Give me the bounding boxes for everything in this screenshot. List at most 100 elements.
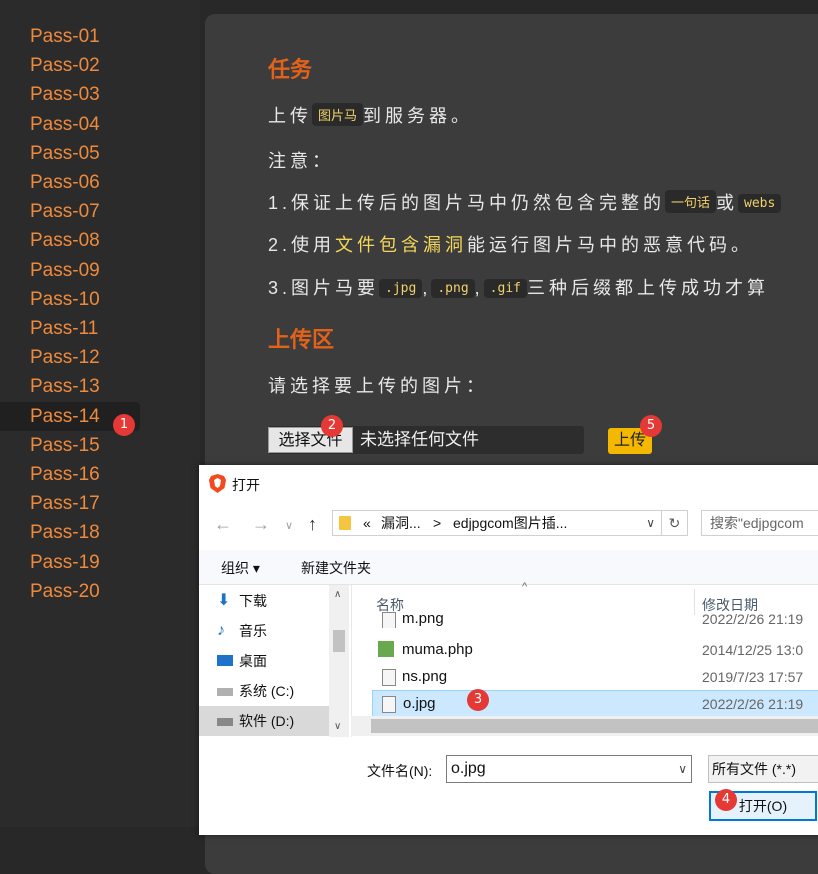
forward-arrow-icon[interactable]: →: [252, 514, 270, 535]
file-name: o.jpg: [403, 695, 436, 712]
chevron-down-icon[interactable]: ∨: [646, 511, 655, 535]
sidebar-item-pass-03[interactable]: Pass-03: [30, 80, 140, 109]
address-bar[interactable]: « 漏洞... > edjpgcom图片插... ∨: [332, 510, 662, 536]
file-date: 2022/2/26 21:19: [702, 696, 804, 712]
file-name: muma.php: [402, 641, 473, 658]
scroll-up-icon[interactable]: ∧: [334, 589, 341, 600]
history-chevron-icon[interactable]: ∨: [285, 519, 293, 532]
file-list: ^ 名称 修改日期 m.png 2022/2/26 21:19 muma.php…: [351, 581, 818, 737]
upload-prompt: 请选择要上传的图片：: [268, 376, 488, 396]
file-date: 2022/2/26 21:19: [702, 611, 804, 627]
file-name: ns.png: [402, 668, 448, 685]
sidebar-item-pass-17[interactable]: Pass-17: [30, 489, 140, 518]
sidebar-item-pass-08[interactable]: Pass-08: [30, 226, 140, 255]
brave-browser-icon: [209, 474, 226, 493]
sidebar-item-pass-10[interactable]: Pass-10: [30, 285, 140, 314]
scroll-down-icon[interactable]: ∨: [334, 721, 341, 732]
sidebar-item-pass-04[interactable]: Pass-04: [30, 110, 140, 139]
task-text: ,: [474, 278, 484, 298]
dialog-title: 打开: [232, 477, 260, 493]
drive-icon: [217, 718, 233, 726]
task-text: 能运行图片马中的恶意代码。: [467, 235, 754, 255]
download-icon: ⬇: [217, 592, 231, 609]
path-prefix: «: [363, 515, 371, 531]
nav-label: 桌面: [239, 653, 267, 669]
image-file-icon: [382, 669, 396, 686]
code-tag-tupianma: 图片马: [312, 103, 364, 126]
task-text: 到服务器。: [363, 106, 474, 126]
folder-icon: [339, 516, 351, 530]
desktop-icon: [217, 655, 233, 666]
filetype-select[interactable]: 所有文件 (*.*): [708, 755, 818, 783]
task-item-1: 1.保证上传后的图片马中仍然包含完整的 一句话或 webs: [268, 189, 782, 215]
step-badge-5: 5: [640, 415, 662, 437]
search-input[interactable]: 搜索"edjpgcom: [701, 510, 818, 536]
horizontal-scrollbar[interactable]: [351, 716, 818, 736]
code-tag-png: .png: [431, 279, 475, 298]
code-tag-yijuhua: 一句话: [665, 190, 717, 213]
breadcrumb-part-2[interactable]: edjpgcom图片插...: [453, 511, 567, 535]
nav-scrollbar[interactable]: ∧ ∨: [329, 585, 349, 737]
task-text: 1.保证上传后的图片马中仍然包含完整的: [268, 193, 666, 213]
organize-menu[interactable]: 组织 ▾: [221, 558, 260, 578]
task-text: 或: [716, 193, 739, 213]
sidebar-item-pass-20[interactable]: Pass-20: [30, 577, 140, 606]
file-row[interactable]: muma.php 2014/12/25 13:0: [352, 637, 818, 663]
sidebar-nav: Pass-01 Pass-02 Pass-03 Pass-04 Pass-05 Pass-…: [0, 0, 200, 827]
image-file-icon: [382, 612, 396, 628]
chevron-down-icon[interactable]: ∨: [678, 756, 687, 782]
task-text: 2.使用: [268, 235, 336, 255]
task-text: 上传: [268, 106, 312, 126]
image-file-icon: [382, 696, 396, 713]
nav-label: 音乐: [239, 623, 267, 639]
step-badge-3: 3: [467, 689, 489, 711]
nav-label: 下载: [239, 593, 267, 609]
sidebar-item-pass-12[interactable]: Pass-12: [30, 343, 140, 372]
task-item-2: 2.使用文件包含漏洞能运行图片马中的恶意代码。: [268, 231, 753, 257]
sidebar-item-pass-18[interactable]: Pass-18: [30, 518, 140, 547]
sidebar-item-pass-07[interactable]: Pass-07: [30, 197, 140, 226]
filename-value: o.jpg: [451, 760, 486, 777]
sidebar-item-pass-11[interactable]: Pass-11: [30, 314, 140, 343]
file-input[interactable]: 选择文件 未选择任何文件: [268, 426, 584, 454]
file-row[interactable]: ns.png 2019/7/23 17:57: [352, 664, 818, 690]
file-status-text: 未选择任何文件: [360, 430, 479, 449]
sidebar-item-pass-19[interactable]: Pass-19: [30, 548, 140, 577]
file-row[interactable]: m.png 2022/2/26 21:19: [352, 610, 818, 628]
refresh-icon[interactable]: ↻: [662, 510, 688, 536]
file-date: 2014/12/25 13:0: [702, 642, 804, 658]
note-label: 注意：: [268, 151, 334, 171]
sidebar-item-pass-16[interactable]: Pass-16: [30, 460, 140, 489]
sidebar-item-pass-09[interactable]: Pass-09: [30, 256, 140, 285]
sidebar-item-pass-05[interactable]: Pass-05: [30, 139, 140, 168]
sidebar-item-pass-06[interactable]: Pass-06: [30, 168, 140, 197]
drive-icon: [217, 688, 233, 696]
new-folder-button[interactable]: 新建文件夹: [301, 558, 371, 578]
scroll-thumb[interactable]: [371, 719, 818, 733]
filename-input[interactable]: o.jpg ∨: [446, 755, 692, 783]
breadcrumb-part-1[interactable]: 漏洞...: [381, 511, 421, 535]
nav-item-drive-d[interactable]: 软件 (D:): [199, 706, 329, 736]
breadcrumb-separator: >: [433, 515, 442, 531]
filename-label: 文件名(N):: [367, 763, 433, 779]
code-tag-gif: .gif: [483, 279, 527, 298]
file-date: 2019/7/23 17:57: [702, 669, 804, 685]
open-file-dialog: 打开 ← → ∨ ↑ « 漏洞... > edjpgcom图片插... ∨ ↻ …: [199, 465, 818, 835]
back-arrow-icon[interactable]: ←: [214, 514, 232, 535]
step-badge-1: 1: [113, 414, 135, 436]
task-title: 任务: [268, 57, 313, 82]
navigation-pane: ⬇ 下载 ♪ 音乐 桌面 系统 (C:) 软件 (D:): [199, 585, 349, 737]
file-row-selected[interactable]: o.jpg 2022/2/26 21:19: [372, 690, 818, 718]
sidebar-item-pass-02[interactable]: Pass-02: [30, 51, 140, 80]
nav-label: 软件 (D:): [239, 713, 295, 729]
code-tag-webshell: webs: [738, 194, 782, 213]
up-arrow-icon[interactable]: ↑: [308, 514, 317, 535]
php-file-icon: [378, 641, 394, 657]
task-item-3: 3.图片马要 .jpg, .png, .gif 三种后缀都上传成功才算: [268, 274, 769, 300]
sort-up-icon: ^: [522, 581, 528, 593]
step-badge-4: 4: [715, 789, 737, 811]
sidebar-item-pass-01[interactable]: Pass-01: [30, 22, 140, 51]
file-name: m.png: [402, 610, 444, 627]
scroll-thumb[interactable]: [333, 630, 345, 652]
sidebar-item-pass-13[interactable]: Pass-13: [30, 372, 140, 401]
